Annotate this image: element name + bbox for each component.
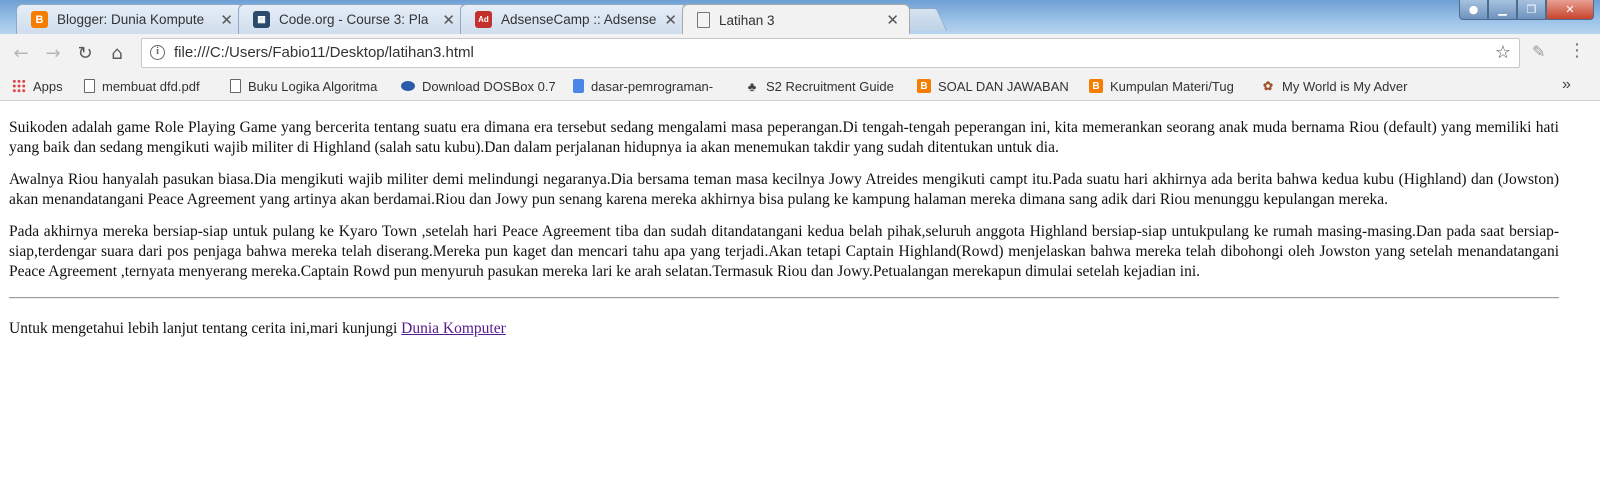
bookmark-star-icon[interactable]: ☆: [1495, 42, 1511, 63]
close-icon[interactable]: ✕: [220, 11, 233, 29]
footer-text: Untuk mengetahui lebih lanjut tentang ce…: [9, 320, 402, 337]
user-icon[interactable]: ●: [1459, 0, 1488, 20]
blogger-icon: B: [1089, 79, 1103, 93]
bookmark-apps[interactable]: Apps: [12, 72, 82, 100]
tab-blogger[interactable]: B Blogger: Dunia Kompute ✕: [16, 4, 244, 34]
blogger-icon: B: [31, 11, 48, 28]
address-bar[interactable]: i file:///C:/Users/Fabio11/Desktop/latih…: [141, 38, 1520, 68]
dunia-komputer-link[interactable]: Dunia Komputer: [401, 320, 506, 337]
browser-toolbar: ← → ↻ ⌂ i file:///C:/Users/Fabio11/Deskt…: [0, 34, 1600, 73]
bookmark-label: membuat dfd.pdf: [102, 78, 200, 94]
menu-icon[interactable]: ⋮: [1568, 40, 1586, 61]
bookmark-label: Download DOSBox 0.7: [422, 78, 556, 94]
extension-icon[interactable]: ✎: [1532, 42, 1545, 61]
bookmark-buku-logika[interactable]: Buku Logika Algoritma: [230, 72, 392, 100]
footer-line: Untuk mengetahui lebih lanjut tentang ce…: [9, 319, 1559, 339]
page-icon: [697, 12, 710, 28]
bookmark-dosbox[interactable]: Download DOSBox 0.7: [401, 72, 563, 100]
maximize-icon[interactable]: ❐: [1517, 0, 1546, 20]
tab-title: Blogger: Dunia Kompute: [57, 12, 205, 27]
tab-title: AdsenseCamp :: Adsense: [501, 12, 657, 27]
bookmark-membuat-dfd[interactable]: membuat dfd.pdf: [84, 72, 224, 100]
tab-title: Code.org - Course 3: Pla: [279, 12, 429, 27]
tab-title: Latihan 3: [719, 12, 775, 28]
page-icon: [84, 79, 95, 93]
tab-code-org[interactable]: ▦ Code.org - Course 3: Pla ✕: [238, 4, 466, 34]
code-org-icon: ▦: [253, 11, 270, 28]
window-controls: ● ▁ ❐ ✕: [1459, 0, 1594, 20]
bookmark-kumpulan-materi[interactable]: B Kumpulan Materi/Tug: [1089, 72, 1251, 100]
bookmark-s2-recruitment[interactable]: ♣ S2 Recruitment Guide: [745, 72, 907, 100]
info-icon[interactable]: i: [150, 45, 165, 60]
bookmark-label: My World is My Adver: [1282, 78, 1408, 94]
bookmark-label: S2 Recruitment Guide: [766, 78, 894, 94]
paragraph-3: Pada akhirnya mereka bersiap-siap untuk …: [9, 223, 1559, 280]
apps-icon: [12, 79, 26, 93]
forward-arrow-icon[interactable]: →: [42, 42, 64, 64]
close-icon[interactable]: ✕: [886, 11, 899, 29]
dosbox-icon: [401, 81, 415, 91]
bookmarks-bar: Apps membuat dfd.pdf Buku Logika Algorit…: [0, 72, 1600, 101]
paragraph-1: Suikoden adalah game Role Playing Game y…: [9, 119, 1559, 156]
bookmark-dasar-pemrograman[interactable]: dasar-pemrograman-: [573, 72, 735, 100]
world-icon: ✿: [1262, 79, 1274, 93]
url-text[interactable]: file:///C:/Users/Fabio11/Desktop/latihan…: [174, 39, 474, 67]
page-icon: [230, 79, 241, 93]
title-bar: B Blogger: Dunia Kompute ✕ ▦ Code.org - …: [0, 0, 1600, 34]
tab-adsensecamp[interactable]: Ad AdsenseCamp :: Adsense ✕: [460, 4, 688, 34]
bookmark-label: Apps: [33, 78, 63, 94]
home-icon[interactable]: ⌂: [106, 42, 128, 64]
blogger-icon: B: [917, 79, 931, 93]
bookmark-label: dasar-pemrograman-: [591, 78, 714, 94]
back-arrow-icon[interactable]: ←: [10, 42, 32, 64]
page-content: Suikoden adalah game Role Playing Game y…: [9, 118, 1559, 339]
horizontal-rule: [9, 297, 1559, 299]
s2-icon: ♣: [747, 78, 757, 94]
minimize-icon[interactable]: ▁: [1488, 0, 1517, 20]
bookmark-label: Kumpulan Materi/Tug: [1110, 78, 1234, 94]
google-docs-icon: [573, 79, 584, 93]
reload-icon[interactable]: ↻: [74, 42, 96, 64]
bookmark-soal-dan-jawaban[interactable]: B SOAL DAN JAWABAN: [917, 72, 1079, 100]
close-icon[interactable]: ✕: [442, 11, 455, 29]
adsense-icon: Ad: [475, 11, 492, 28]
bookmark-label: SOAL DAN JAWABAN: [938, 78, 1069, 94]
bookmark-my-world[interactable]: ✿ My World is My Adver: [1261, 72, 1423, 100]
paragraph-2: Awalnya Riou hanyalah pasukan biasa.Dia …: [9, 171, 1559, 208]
close-window-icon[interactable]: ✕: [1546, 0, 1594, 20]
close-icon[interactable]: ✕: [664, 11, 677, 29]
tab-latihan-3[interactable]: Latihan 3 ✕: [682, 4, 910, 34]
more-bookmarks-icon[interactable]: »: [1562, 76, 1571, 94]
bookmark-label: Buku Logika Algoritma: [248, 78, 378, 94]
